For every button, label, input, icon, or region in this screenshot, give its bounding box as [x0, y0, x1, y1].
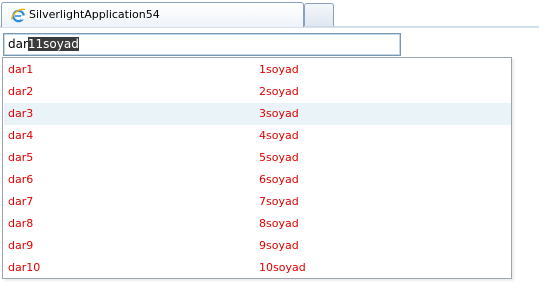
suggestion-name: dar1	[8, 63, 34, 76]
suggestion-name: dar8	[8, 217, 34, 230]
suggestion-item[interactable]: dar3 3soyad	[4, 103, 511, 125]
browser-tab-strip: SilverlightApplication54	[0, 0, 539, 28]
suggestion-surname: 8soyad	[259, 217, 299, 230]
search-typed-text: dar	[8, 37, 28, 51]
suggestion-name: dar2	[8, 85, 34, 98]
tab-title: SilverlightApplication54	[29, 8, 160, 21]
suggestion-surname: 1soyad	[259, 63, 299, 76]
suggestion-name: dar4	[8, 129, 34, 142]
suggestion-item[interactable]: dar7 7soyad	[4, 191, 511, 213]
search-autocomplete-selection: 11soyad	[27, 37, 79, 51]
suggestion-surname: 10soyad	[259, 261, 306, 274]
suggestion-item[interactable]: dar8 8soyad	[4, 213, 511, 235]
tab-silverlight-application[interactable]: SilverlightApplication54	[1, 2, 304, 27]
suggestion-surname: 4soyad	[259, 129, 299, 142]
suggestion-name: dar7	[8, 195, 34, 208]
suggestion-surname: 6soyad	[259, 173, 299, 186]
suggestion-item[interactable]: dar9 9soyad	[4, 235, 511, 257]
suggestion-item[interactable]: dar2 2soyad	[4, 81, 511, 103]
suggestion-name: dar6	[8, 173, 34, 186]
suggestion-surname: 3soyad	[259, 107, 299, 120]
suggestion-item[interactable]: dar4 4soyad	[4, 125, 511, 147]
suggestion-name: dar10	[8, 261, 41, 274]
suggestion-name: dar9	[8, 239, 34, 252]
suggestion-item[interactable]: dar6 6soyad	[4, 169, 511, 191]
suggestion-surname: 5soyad	[259, 151, 299, 164]
suggestion-item[interactable]: dar10 10soyad	[4, 257, 511, 279]
suggestion-dropdown: dar1 1soyad dar2 2soyad dar3 3soyad dar4 4soyad…	[2, 57, 512, 279]
ie-icon	[10, 8, 26, 23]
suggestion-surname: 9soyad	[259, 239, 299, 252]
autocomplete-input[interactable]: dar11soyad	[3, 33, 401, 56]
suggestion-surname: 2soyad	[259, 85, 299, 98]
suggestion-surname: 7soyad	[259, 195, 299, 208]
suggestion-item[interactable]: dar5 5soyad	[4, 147, 511, 169]
new-tab-button[interactable]	[304, 3, 334, 26]
suggestion-item[interactable]: dar1 1soyad	[4, 59, 511, 81]
suggestion-name: dar3	[8, 107, 34, 120]
suggestion-name: dar5	[8, 151, 34, 164]
